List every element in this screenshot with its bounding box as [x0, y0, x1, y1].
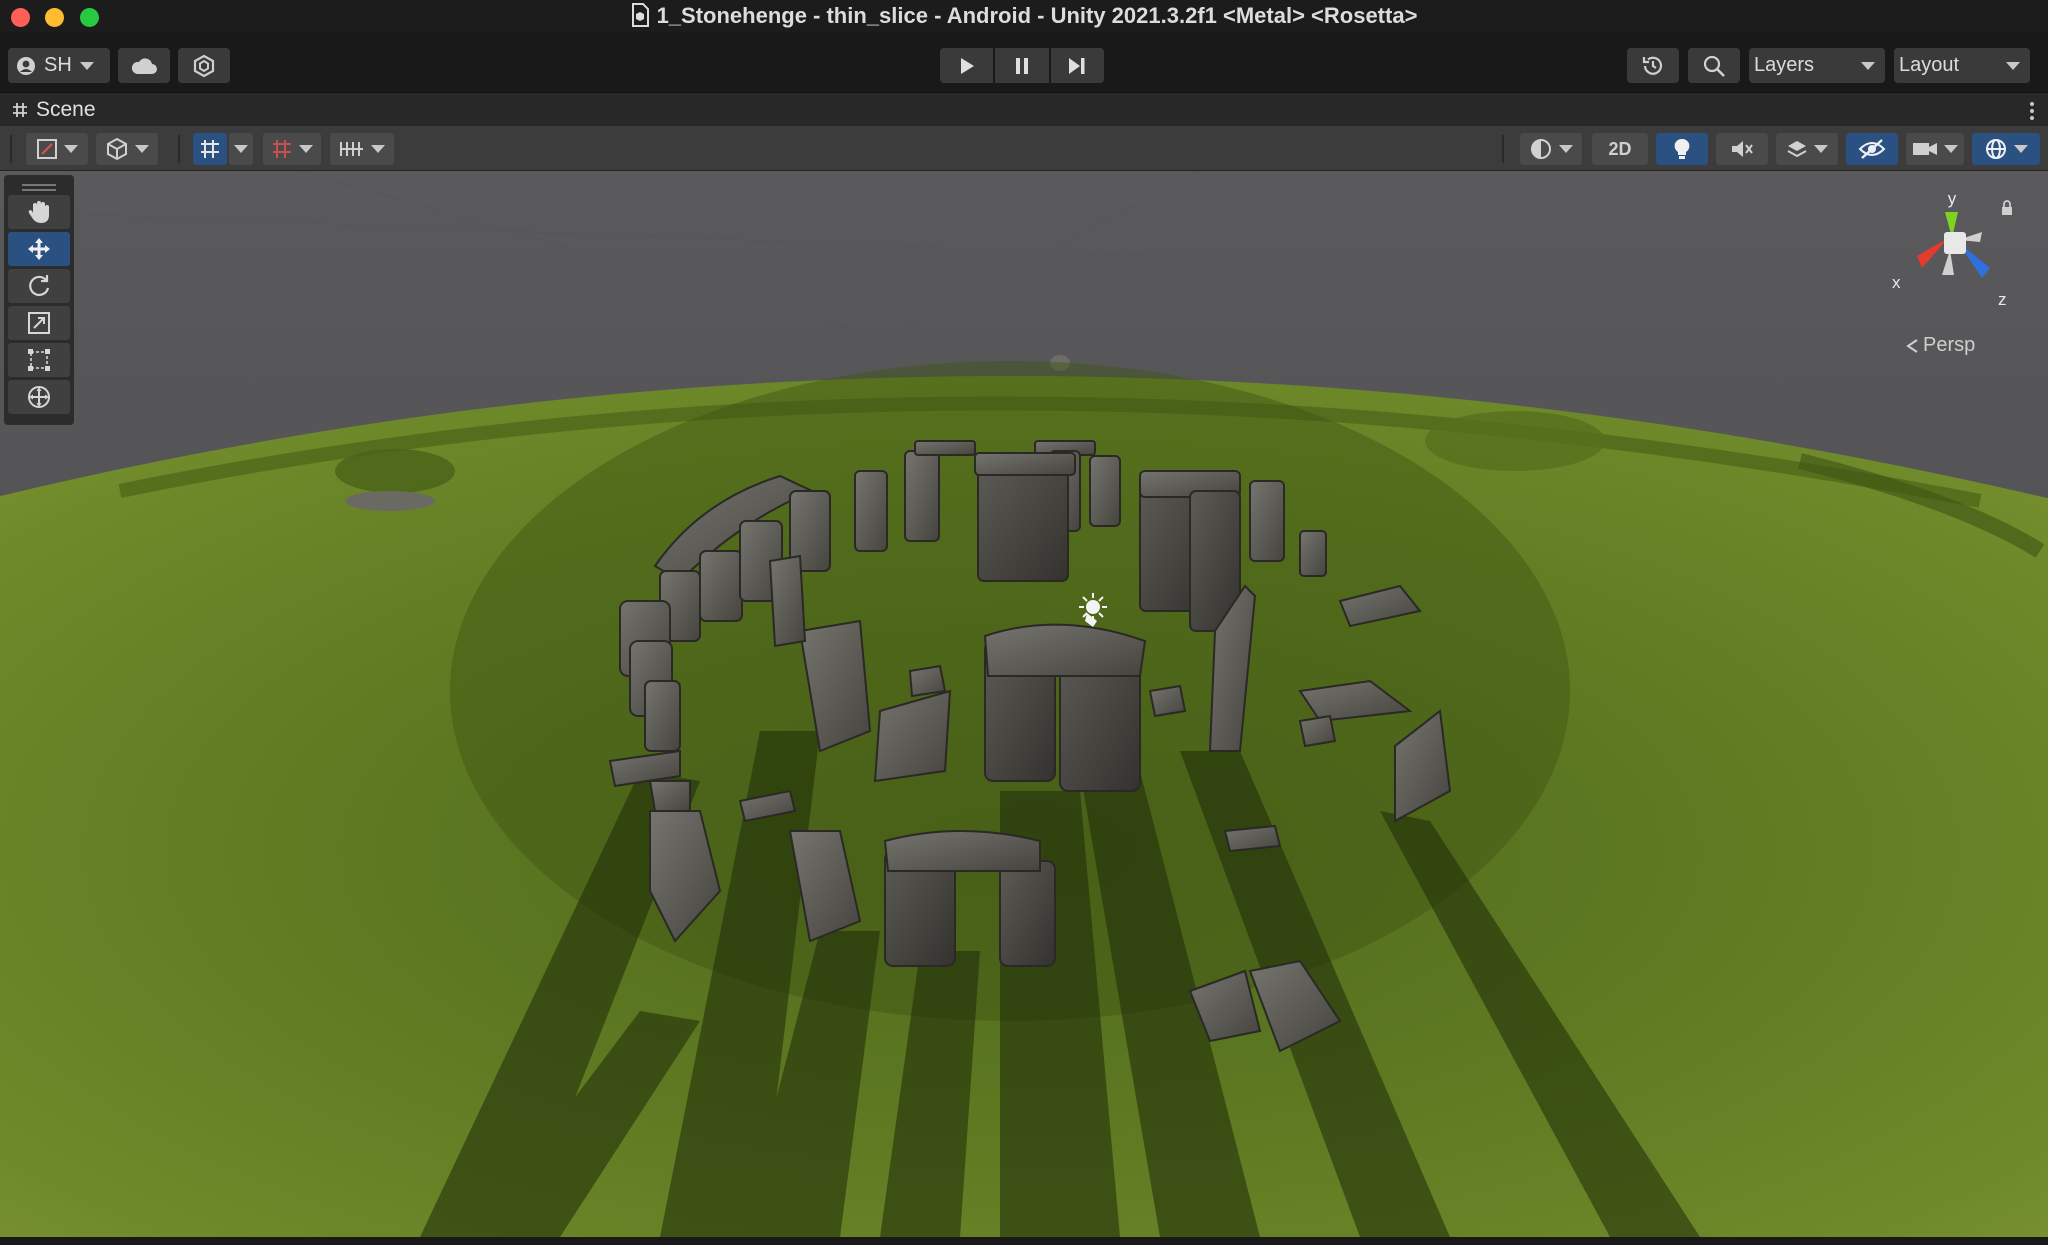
grid-snap-options[interactable]: [229, 133, 253, 165]
scale-icon: [28, 312, 50, 334]
hand-icon: [28, 201, 49, 223]
gizmo-globe-icon: [1986, 139, 2006, 159]
ruler-icon: [340, 142, 363, 156]
grid-snap-icon: [201, 140, 219, 158]
mode-2d-toggle[interactable]: 2D: [1592, 133, 1648, 165]
lighting-toggle[interactable]: [1656, 133, 1708, 165]
gizmos-dropdown[interactable]: [1972, 133, 2040, 165]
grid-visibility-dropdown[interactable]: [330, 133, 394, 165]
layout-label: Layout: [1899, 54, 1960, 76]
scene-viewport[interactable]: [0, 171, 2048, 1237]
cube-icon: [107, 137, 127, 161]
account-dropdown[interactable]: SH: [8, 48, 110, 83]
chevron-down-icon: [135, 145, 149, 153]
move-tool-button[interactable]: [8, 232, 70, 266]
render-mode-dropdown[interactable]: [96, 133, 158, 165]
cloud-icon: [131, 57, 157, 74]
scene-visibility-toggle[interactable]: [1846, 133, 1898, 165]
chevron-down-icon: [2006, 61, 2020, 70]
chevron-down-icon: [1814, 145, 1828, 153]
scene-grid-icon: [13, 103, 27, 117]
bottom-border: [0, 1237, 2048, 1245]
chevron-down-icon: [2014, 145, 2028, 153]
shading-sphere-icon: [1531, 139, 1551, 159]
gizmo-x-cone[interactable]: [1917, 238, 1948, 268]
light-bulb-icon: [1674, 138, 1690, 159]
layers-label: Layers: [1754, 54, 1815, 76]
draw-mode-dropdown[interactable]: [26, 133, 88, 165]
scale-tool-button[interactable]: [8, 306, 70, 340]
title-bar: 1_Stonehenge - thin_slice - Android - Un…: [0, 0, 2048, 32]
transform-icon: [28, 386, 50, 408]
projection-toggle[interactable]: Persp: [1905, 334, 1975, 357]
cloud-button[interactable]: [118, 48, 170, 83]
rect-tool-button[interactable]: [8, 343, 70, 377]
play-button[interactable]: [940, 48, 994, 83]
search-icon: [1703, 55, 1725, 77]
main-toolbar: SH Layers Layout: [0, 32, 2048, 92]
chevron-down-icon: [371, 145, 385, 153]
hidden-eye-icon: [1858, 139, 1886, 159]
audio-toggle[interactable]: [1716, 133, 1768, 165]
gizmo-center-cube[interactable]: [1944, 232, 1966, 254]
chevron-down-icon: [234, 145, 248, 153]
chevron-down-icon: [64, 145, 78, 153]
rect-transform-icon: [28, 349, 50, 371]
gizmo-z-label: z: [1998, 290, 2007, 309]
tab-scene[interactable]: Scene: [12, 98, 96, 122]
tab-menu-button[interactable]: [2030, 102, 2034, 120]
undo-history-button[interactable]: [1627, 48, 1679, 83]
effects-dropdown[interactable]: [1776, 133, 1838, 165]
account-label: SH: [44, 54, 72, 76]
chevron-down-icon: [1944, 145, 1958, 153]
chevron-left-icon: [1906, 338, 1918, 353]
play-icon: [960, 57, 974, 74]
scene-camera-dropdown[interactable]: [1906, 133, 1964, 165]
scene-tab-bar: Scene: [0, 92, 2048, 126]
pause-button[interactable]: [995, 48, 1049, 83]
search-button[interactable]: [1688, 48, 1740, 83]
draw-mode-icon: [37, 139, 57, 159]
collab-button[interactable]: [178, 48, 230, 83]
playback-controls: [940, 48, 1104, 83]
chevron-down-icon: [1559, 145, 1573, 153]
shading-mode-dropdown[interactable]: [1520, 133, 1582, 165]
transform-tool-button[interactable]: [8, 380, 70, 414]
projection-label: Persp: [1923, 334, 1976, 356]
gizmo-x-label: x: [1892, 273, 1901, 292]
gizmo-y-label: y: [1948, 189, 1957, 208]
step-icon: [1069, 57, 1085, 74]
history-icon: [1642, 56, 1663, 75]
grid-snapping-toggle[interactable]: [193, 133, 227, 165]
scene-tab-label: Scene: [36, 98, 96, 121]
gizmo-lock-icon[interactable]: [2000, 200, 2014, 216]
chevron-down-icon: [79, 61, 94, 70]
collab-icon: [193, 54, 215, 77]
increment-snap-icon: [273, 140, 291, 158]
increment-snap-dropdown[interactable]: [263, 133, 321, 165]
unity-document-icon: [631, 3, 649, 27]
audio-mute-icon: [1732, 141, 1753, 157]
chevron-down-icon: [1861, 61, 1875, 70]
mode-2d-label: 2D: [1608, 138, 1632, 159]
camera-icon: [1913, 143, 1937, 155]
chevron-down-icon: [299, 145, 313, 153]
tools-overlay: [4, 175, 74, 425]
move-arrows-icon: [28, 238, 50, 260]
tools-drag-handle[interactable]: [8, 179, 70, 195]
scene-toolbar: 2D: [0, 126, 2048, 171]
step-button[interactable]: [1050, 48, 1104, 83]
window-title-container: 1_Stonehenge - thin_slice - Android - Un…: [0, 3, 2048, 29]
view-tool-button[interactable]: [8, 195, 70, 229]
window-title: 1_Stonehenge - thin_slice - Android - Un…: [656, 3, 1418, 28]
layers-dropdown[interactable]: Layers: [1749, 48, 1885, 83]
pause-icon: [1015, 57, 1028, 74]
rotate-tool-button[interactable]: [8, 269, 70, 303]
stonehenge-scene-render: [0, 171, 2048, 1237]
layout-dropdown[interactable]: Layout: [1894, 48, 2030, 83]
effects-layers-icon: [1787, 141, 1807, 158]
account-icon: [17, 56, 35, 75]
rotate-icon: [29, 275, 50, 297]
